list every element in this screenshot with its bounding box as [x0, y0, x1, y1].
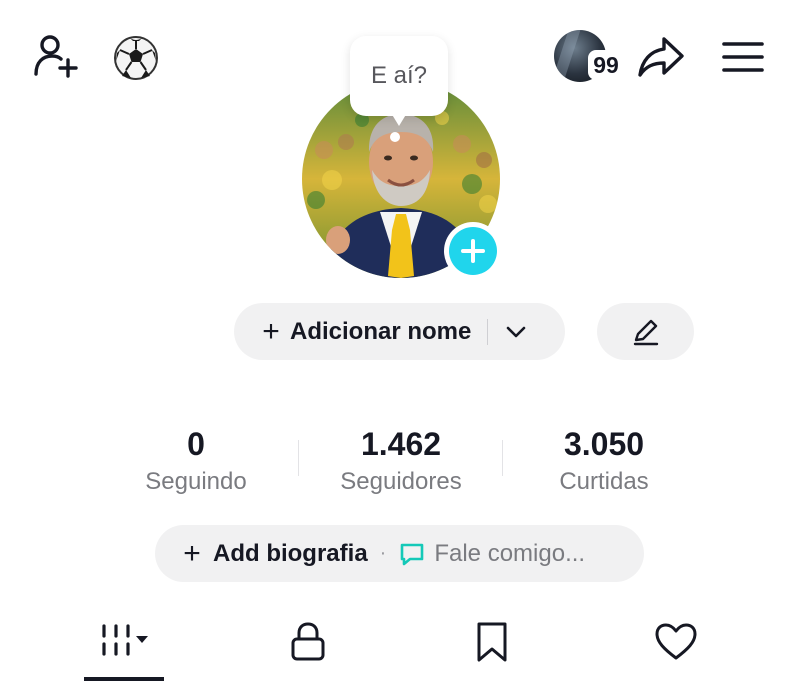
likes-count: 3.050: [563, 426, 645, 462]
soccer-ball-graphic: [114, 36, 158, 80]
lock-icon: [291, 622, 325, 661]
avatar-image-detail: [554, 30, 581, 82]
add-name-plus: +: [262, 314, 280, 348]
chevron-down-icon[interactable]: [504, 320, 528, 344]
followers-label: Seguidores: [340, 468, 462, 495]
notification-count: 99: [588, 50, 624, 80]
status-bubble-dot: [390, 132, 400, 142]
add-name-divider: [487, 318, 489, 345]
bio-actions: + Add biografia · Fale comigo...: [155, 525, 644, 582]
following-stat[interactable]: 0 Seguindo: [106, 424, 286, 498]
tab-videos[interactable]: [64, 612, 184, 672]
tab-active-indicator: [84, 677, 164, 681]
edit-profile-button[interactable]: [597, 303, 694, 360]
tab-private[interactable]: [248, 612, 368, 672]
add-bio-plus[interactable]: +: [179, 538, 205, 569]
followers-count: 1.462: [360, 426, 442, 462]
share-button[interactable]: [634, 32, 688, 82]
pencil-icon: [633, 319, 658, 345]
plus-icon: [461, 239, 485, 263]
person-add-icon: [34, 35, 78, 78]
likes-label: Curtidas: [559, 468, 649, 495]
likes-stat[interactable]: 3.050 Curtidas: [514, 424, 694, 498]
videos-grid-icon: [102, 624, 148, 656]
stat-divider: [298, 440, 299, 476]
tab-saved[interactable]: [432, 612, 552, 672]
status-bubble-text: E aí?: [370, 62, 428, 89]
hamburger-menu-icon: [722, 42, 764, 72]
menu-button[interactable]: [718, 32, 768, 82]
chat-bubble-icon[interactable]: [398, 540, 426, 568]
following-count: 0: [187, 426, 205, 462]
add-photo-button[interactable]: [444, 222, 502, 280]
stat-divider: [502, 440, 503, 476]
add-bio-button[interactable]: Add biografia: [213, 540, 368, 568]
following-label: Seguindo: [145, 468, 247, 495]
bookmark-icon: [477, 622, 507, 662]
tab-liked[interactable]: [616, 612, 736, 672]
followers-stat[interactable]: 1.462 Seguidores: [311, 424, 491, 498]
bio-separator: ·: [379, 542, 387, 564]
add-name-label: Adicionar nome: [290, 317, 472, 345]
add-name-button[interactable]: + Adicionar nome: [234, 303, 565, 360]
add-friend-button[interactable]: [28, 28, 84, 84]
share-arrow-icon: [638, 37, 684, 77]
message-me-button[interactable]: Fale comigo...: [434, 540, 585, 568]
add-photo-circle: [449, 227, 497, 275]
status-bubble[interactable]: E aí?: [350, 36, 448, 116]
soccer-ball-icon[interactable]: [110, 32, 162, 84]
heart-icon: [655, 623, 697, 660]
